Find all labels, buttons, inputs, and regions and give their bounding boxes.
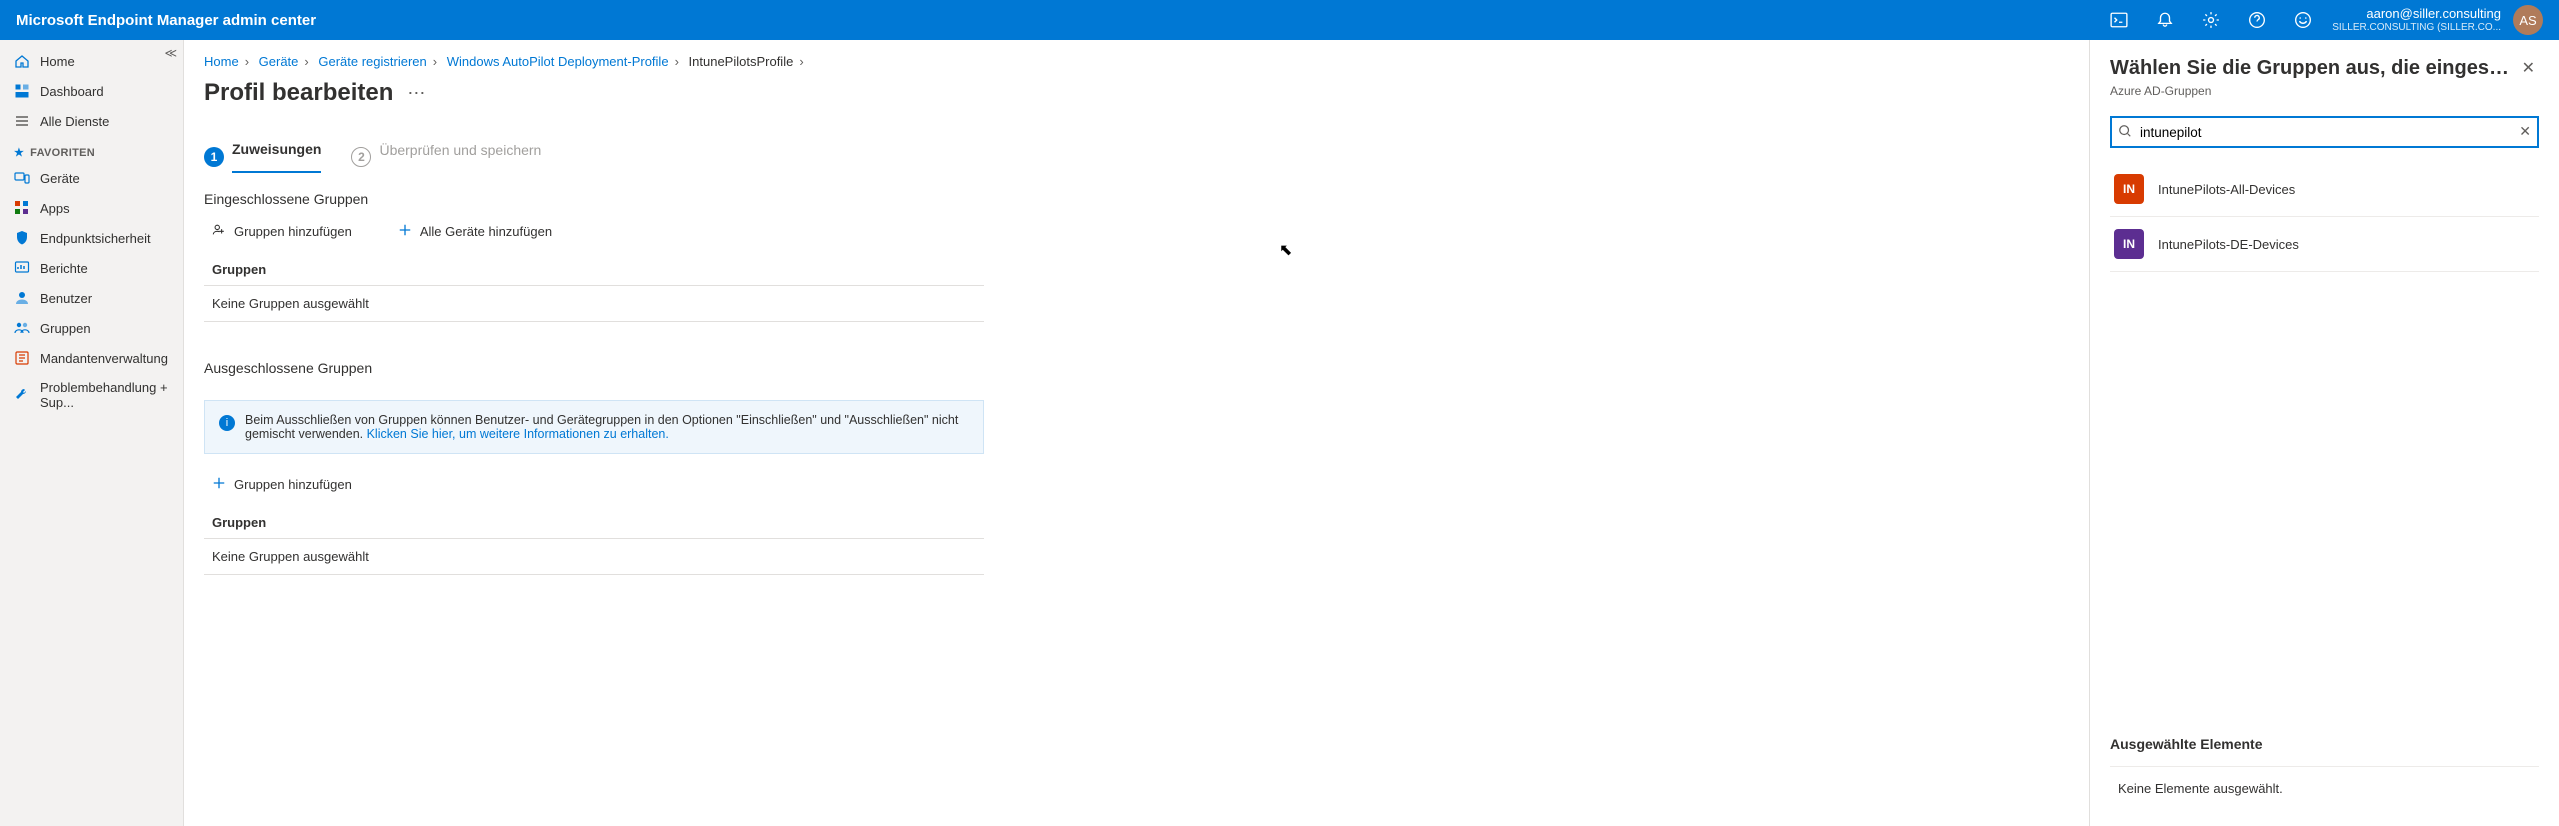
group-badge-icon: IN [2114,229,2144,259]
help-icon[interactable] [2248,11,2266,29]
sidebar-item-tenant[interactable]: Mandantenverwaltung [0,343,183,373]
step-label: Überprüfen und speichern [379,142,541,172]
wrench-icon [14,387,30,403]
feedback-icon[interactable] [2294,11,2312,29]
info-text: Beim Ausschließen von Gruppen können Ben… [245,413,969,441]
tenant-icon [14,350,30,366]
crumb-home[interactable]: Home [204,54,239,69]
sidebar-item-label: Dashboard [40,84,104,99]
sidebar-item-home[interactable]: Home [0,46,183,76]
selected-heading: Ausgewählte Elemente [2110,716,2539,752]
crumb-autopilot[interactable]: Windows AutoPilot Deployment-Profile [447,54,669,69]
sidebar-item-endpoint-security[interactable]: Endpunktsicherheit [0,223,183,253]
sidebar: ≪ Home Dashboard Alle Dienste ★FAVORITEN… [0,40,184,826]
sidebar-item-troubleshoot[interactable]: Problembehandlung + Sup... [0,373,183,417]
sidebar-item-label: Endpunktsicherheit [40,231,151,246]
settings-icon[interactable] [2202,11,2220,29]
clear-search-icon[interactable]: ✕ [2519,123,2531,140]
sidebar-item-label: Geräte [40,171,80,186]
group-badge-icon: IN [2114,174,2144,204]
crumb-enroll[interactable]: Geräte registrieren [318,54,426,69]
step-number-icon: 1 [204,147,224,167]
top-bar: Microsoft Endpoint Manager admin center … [0,0,2559,40]
home-icon [14,53,30,69]
add-all-label: Alle Geräte hinzufügen [420,224,552,239]
search-icon [2118,124,2132,143]
apps-icon [14,200,30,216]
sidebar-favorites-heading: ★FAVORITEN [0,136,183,163]
select-groups-panel: Wählen Sie die Gruppen aus, die eingesch… [2089,40,2559,826]
more-actions-button[interactable]: ⋯ [407,83,425,104]
group-icon [14,320,30,336]
excluded-empty-row: Keine Gruppen ausgewählt [204,539,984,575]
wizard-step-assignments[interactable]: 1 Zuweisungen [204,141,321,173]
sidebar-collapse-icon[interactable]: ≪ [164,46,177,60]
group-result-item[interactable]: IN IntunePilots-DE-Devices [2110,217,2539,272]
sidebar-item-label: Problembehandlung + Sup... [40,380,169,410]
sidebar-item-label: Mandantenverwaltung [40,351,168,366]
add-groups-label: Gruppen hinzufügen [234,477,352,492]
group-result-label: IntunePilots-DE-Devices [2158,237,2299,252]
devices-icon [14,170,30,186]
selected-empty: Keine Elemente ausgewählt. [2110,766,2539,810]
info-box: i Beim Ausschließen von Gruppen können B… [204,400,984,454]
add-excluded-groups-button[interactable]: Gruppen hinzufügen [204,472,360,497]
crumb-profile[interactable]: IntunePilotsProfile [689,54,794,69]
add-all-devices-button[interactable]: Alle Geräte hinzufügen [390,219,560,244]
group-result-item[interactable]: IN IntunePilots-All-Devices [2110,162,2539,217]
info-link[interactable]: Klicken Sie hier, um weitere Information… [367,427,669,441]
sidebar-item-label: Apps [40,201,70,216]
step-number-icon: 2 [351,147,371,167]
avatar[interactable]: AS [2513,5,2543,35]
list-icon [14,113,30,129]
sidebar-item-label: Berichte [40,261,88,276]
sidebar-item-label: Gruppen [40,321,91,336]
user-org: SILLER.CONSULTING (SILLER.CO... [2332,22,2501,33]
add-user-icon [212,223,226,240]
search-results: IN IntunePilots-All-Devices IN IntunePil… [2110,162,2539,272]
sidebar-item-label: Alle Dienste [40,114,109,129]
sidebar-item-label: Home [40,54,75,69]
sidebar-item-reports[interactable]: Berichte [0,253,183,283]
included-col-header: Gruppen [204,254,984,286]
panel-title: Wählen Sie die Gruppen aus, die eingesch… [2110,56,2518,80]
dashboard-icon [14,83,30,99]
main-content: Home› Geräte› Geräte registrieren› Windo… [184,40,2559,826]
user-block[interactable]: aaron@siller.consulting SILLER.CONSULTIN… [2332,7,2501,32]
topbar-actions [2110,11,2312,29]
user-email: aaron@siller.consulting [2366,7,2501,21]
plus-icon [212,476,226,493]
close-icon[interactable]: ✕ [2518,56,2539,80]
included-empty-row: Keine Gruppen ausgewählt [204,286,984,322]
info-icon: i [219,415,235,431]
group-result-label: IntunePilots-All-Devices [2158,182,2295,197]
plus-icon [398,223,412,240]
wizard-step-review[interactable]: 2 Überprüfen und speichern [351,141,541,173]
sidebar-item-dashboard[interactable]: Dashboard [0,76,183,106]
cloud-shell-icon[interactable] [2110,11,2128,29]
page-title: Profil bearbeiten [204,79,393,107]
sidebar-item-services[interactable]: Alle Dienste [0,106,183,136]
sidebar-item-users[interactable]: Benutzer [0,283,183,313]
excluded-col-header: Gruppen [204,507,984,539]
app-title: Microsoft Endpoint Manager admin center [16,12,316,29]
sidebar-item-label: Benutzer [40,291,92,306]
search-input[interactable] [2110,116,2539,148]
sidebar-item-groups[interactable]: Gruppen [0,313,183,343]
sidebar-item-devices[interactable]: Geräte [0,163,183,193]
add-groups-button[interactable]: Gruppen hinzufügen [204,219,360,244]
reports-icon [14,260,30,276]
shield-icon [14,230,30,246]
add-groups-label: Gruppen hinzufügen [234,224,352,239]
crumb-devices[interactable]: Geräte [259,54,299,69]
notifications-icon[interactable] [2156,11,2174,29]
step-label: Zuweisungen [232,141,321,173]
sidebar-item-apps[interactable]: Apps [0,193,183,223]
user-icon [14,290,30,306]
panel-subtitle: Azure AD-Gruppen [2110,84,2539,98]
